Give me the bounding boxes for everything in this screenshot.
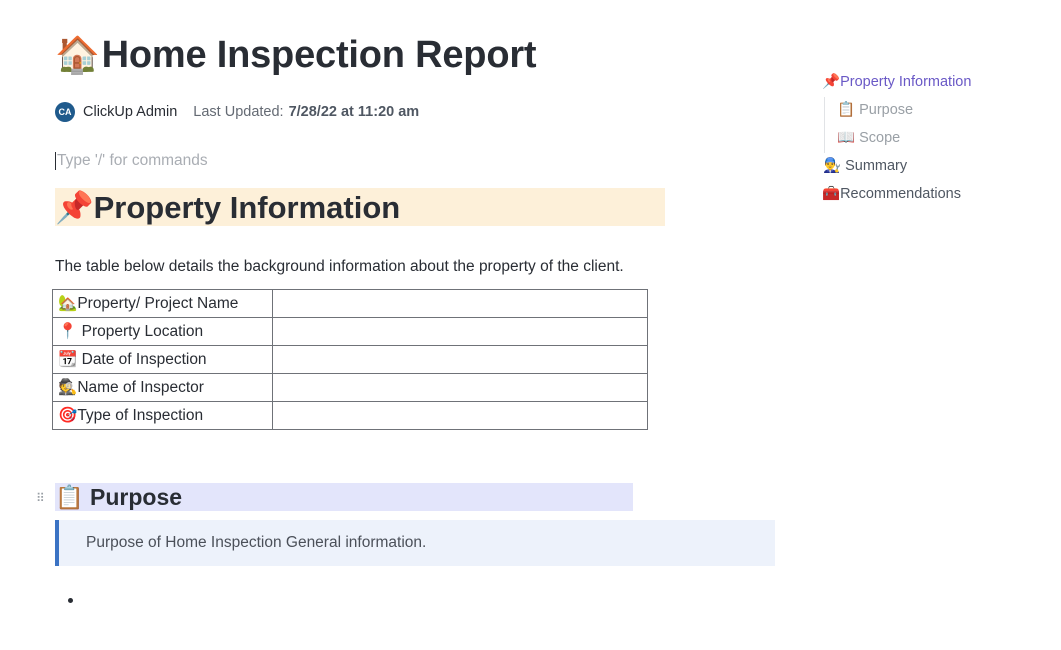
row-label: Type of Inspection [77, 407, 204, 424]
table-cell-value[interactable] [272, 373, 648, 402]
empty-bullet-item[interactable] [68, 598, 73, 603]
table-row: 📆 Date of Inspection [52, 345, 648, 374]
toc-item-scope[interactable]: 📖 Scope [837, 128, 900, 148]
last-updated-label: Last Updated: [193, 104, 284, 120]
target-icon: 🎯 [58, 407, 78, 424]
property-info-table: 🏡Property/ Project Name 📍 Property Locat… [52, 289, 648, 430]
table-cell-label[interactable]: 🏡Property/ Project Name [52, 289, 273, 318]
table-cell-value[interactable] [272, 317, 648, 346]
toc-item-label: Property Information [840, 74, 972, 90]
table-row: 🏡Property/ Project Name [52, 289, 648, 318]
row-label: Property/ Project Name [77, 295, 239, 312]
property-information-heading-text[interactable]: Property Information [94, 190, 401, 225]
row-label: Date of Inspection [77, 351, 207, 368]
table-cell-label[interactable]: 📍 Property Location [52, 317, 273, 346]
property-information-heading[interactable]: 📌Property Information [55, 190, 400, 226]
toc-item-label: Recommendations [840, 186, 961, 202]
pushpin-icon: 📌 [55, 190, 94, 225]
table-cell-value[interactable] [272, 289, 648, 318]
clipboard-icon: 📋 [55, 484, 84, 510]
editor-command-input[interactable]: Type '/' for commands [55, 152, 208, 170]
calendar-icon: 📆 [58, 351, 78, 368]
house-with-garden-icon: 🏡 [58, 295, 78, 312]
purpose-heading[interactable]: 📋 Purpose [55, 483, 182, 511]
last-updated-value: 7/28/22 at 11:20 am [288, 104, 420, 120]
table-cell-label[interactable]: 📆 Date of Inspection [52, 345, 273, 374]
doc-meta: CA ClickUp Admin Last Updated: 7/28/22 a… [55, 102, 419, 122]
page-title-text[interactable]: Home Inspection Report [102, 34, 537, 76]
house-icon: 🏠 [55, 34, 100, 75]
drag-handle-icon[interactable]: ⠿ [36, 491, 45, 505]
location-pin-icon: 📍 [58, 323, 78, 340]
detective-icon: 🕵️ [58, 379, 78, 396]
toc-nesting-line [824, 97, 825, 153]
table-row: 🕵️Name of Inspector [52, 373, 648, 402]
toc-item-purpose[interactable]: 📋 Purpose [837, 100, 913, 120]
table-cell-label[interactable]: 🎯Type of Inspection [52, 401, 273, 430]
row-label: Property Location [77, 323, 204, 340]
toc-item-label: Summary [845, 158, 908, 174]
toc-item-recommendations[interactable]: 🧰Recommendations [822, 184, 961, 204]
avatar[interactable]: CA [55, 102, 75, 122]
book-icon: 📖 [837, 130, 856, 146]
toc-item-label: Purpose [859, 102, 914, 118]
purpose-heading-text[interactable]: Purpose [90, 484, 182, 510]
table-row: 🎯Type of Inspection [52, 401, 648, 430]
author-name[interactable]: ClickUp Admin [83, 104, 177, 120]
purpose-callout-text[interactable]: Purpose of Home Inspection General infor… [86, 534, 426, 552]
property-intro-text[interactable]: The table below details the background i… [55, 258, 624, 276]
toc-item-label: Scope [859, 130, 901, 146]
table-cell-value[interactable] [272, 401, 648, 430]
mechanic-icon: 👨‍🔧 [823, 158, 842, 174]
page-title[interactable]: 🏠Home Inspection Report [55, 34, 537, 77]
clipboard-icon: 📋 [837, 102, 856, 118]
pushpin-icon: 📌 [822, 74, 841, 90]
toolbox-icon: 🧰 [822, 186, 841, 202]
table-cell-label[interactable]: 🕵️Name of Inspector [52, 373, 273, 402]
toc-item-summary[interactable]: 👨‍🔧 Summary [823, 156, 907, 176]
table-row: 📍 Property Location [52, 317, 648, 346]
toc-item-property-information[interactable]: 📌Property Information [822, 72, 971, 92]
row-label: Name of Inspector [77, 379, 204, 396]
table-cell-value[interactable] [272, 345, 648, 374]
